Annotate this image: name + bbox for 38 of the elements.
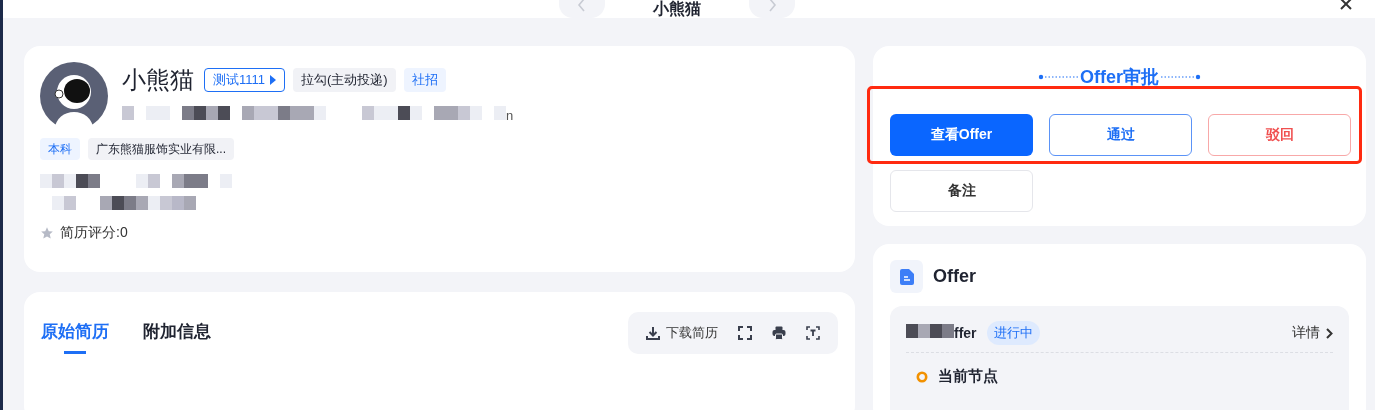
offer-name: ffer — [954, 325, 977, 341]
contact-text: n — [506, 107, 514, 123]
tag-link[interactable]: 测试1111 — [204, 68, 286, 92]
candidate-name: 小熊猫 — [122, 65, 194, 95]
details-link[interactable]: 详情 — [1292, 324, 1333, 342]
triangle-right-icon — [270, 75, 277, 85]
dotted-line-icon — [1161, 74, 1201, 80]
avatar-icon — [40, 62, 108, 130]
document-icon — [890, 260, 923, 293]
printer-icon — [772, 326, 786, 340]
tag: 拉勾(主动投递) — [293, 68, 396, 92]
close-icon[interactable] — [1339, 0, 1353, 11]
action-button[interactable]: 通过 — [1049, 114, 1192, 156]
action-button[interactable]: 查看Offer — [890, 114, 1033, 156]
node-dot-icon — [916, 370, 928, 383]
chevron-right-icon — [1326, 327, 1333, 339]
chevron-right-icon — [766, 0, 777, 12]
offer-title: Offer — [933, 266, 976, 287]
download-icon — [646, 326, 660, 340]
chevron-left-icon — [576, 0, 587, 12]
tag: 社招 — [403, 68, 446, 92]
star-icon — [40, 226, 54, 240]
text-scan-icon — [806, 326, 820, 340]
node-label: 当前节点 — [938, 367, 998, 386]
tab[interactable]: 附加信息 — [143, 320, 211, 354]
action-button[interactable]: 备注 — [890, 170, 1033, 212]
pixelated-redaction — [906, 324, 954, 338]
status-tag: 进行中 — [986, 321, 1040, 345]
rating-text: 简历评分:0 — [60, 224, 128, 242]
tag: 广东熊猫服饰实业有限... — [88, 138, 234, 160]
action-button[interactable]: 驳回 — [1208, 114, 1351, 156]
approval-title: Offer审批 — [1080, 66, 1159, 89]
tag: 本科 — [40, 138, 80, 160]
dotted-line-icon — [1038, 74, 1078, 80]
download-button[interactable]: 下载简历 — [638, 320, 726, 346]
window-title: 小熊猫 — [652, 0, 701, 18]
fullscreen-icon — [738, 326, 752, 340]
tab[interactable]: 原始简历 — [41, 320, 109, 354]
